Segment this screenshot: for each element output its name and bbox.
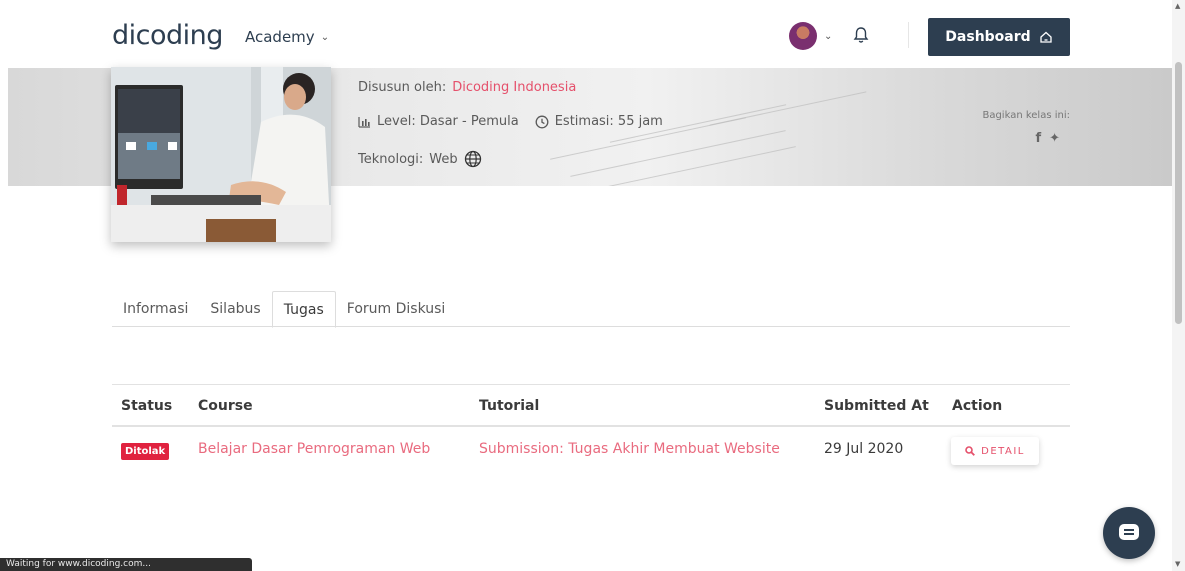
dashboard-label: Dashboard [945,29,1031,45]
tab-silabus[interactable]: Silabus [199,291,271,327]
academy-label: Academy [245,28,315,46]
user-avatar[interactable] [789,22,817,50]
estimate-text: Estimasi: 55 jam [554,114,663,129]
chevron-down-icon[interactable]: ⌄ [824,31,832,42]
bar-chart-icon [358,116,370,128]
share-label: Bagikan kelas ini: [982,110,1070,121]
detail-button[interactable]: DETAIL [951,437,1039,465]
submitted-at: 29 Jul 2020 [824,441,904,457]
header-submitted-at: Submitted At [824,398,929,414]
course-author-row: Disusun oleh: Dicoding Indonesia [358,80,576,95]
chat-button[interactable] [1103,507,1155,559]
detail-label: DETAIL [981,445,1025,457]
course-meta-row: Level: Dasar - Pemula Estimasi: 55 jam [358,114,663,129]
dicoding-logo[interactable]: dicoding [112,20,223,51]
facebook-icon[interactable]: f [1035,131,1041,146]
top-navbar: dicoding Academy ⌄ ⌄ Dashboard [0,0,1172,68]
course-tech-row: Teknologi: Web [358,150,482,168]
level-text: Level: Dasar - Pemula [377,114,519,129]
browser-status-bar: Waiting for www.dicoding.com... [0,558,252,571]
clock-icon [535,115,549,128]
globe-icon [464,150,481,168]
tab-forum-diskusi[interactable]: Forum Diskusi [336,291,457,327]
chevron-down-icon: ⌄ [320,31,330,43]
course-link[interactable]: Belajar Dasar Pemrograman Web [198,441,430,457]
scrollbar-thumb[interactable] [1175,62,1182,324]
table-row: Ditolak Belajar Dasar Pemrograman Web Su… [112,427,1070,477]
academy-menu[interactable]: Academy ⌄ [245,28,329,46]
search-icon [965,446,976,456]
header-tutorial: Tutorial [479,398,540,414]
course-tabs: Informasi Silabus Tugas Forum Diskusi [112,291,1070,328]
tutorial-link[interactable]: Submission: Tugas Akhir Membuat Website [479,441,780,457]
chat-icon [1119,524,1139,540]
status-badge: Ditolak [121,443,170,460]
page-scrollbar[interactable]: ▲ ▼ [1172,0,1185,571]
table-header: Status Course Tutorial Submitted At Acti… [112,385,1070,427]
tab-tugas[interactable]: Tugas [271,291,336,328]
header-divider [908,22,909,48]
submission-table: Status Course Tutorial Submitted At Acti… [112,384,1070,477]
share-icons: f ✦ [996,131,1060,146]
twitter-icon[interactable]: ✦ [1049,131,1060,146]
header-status: Status [121,398,173,414]
scroll-up-icon[interactable]: ▲ [1175,2,1180,10]
tech-prefix: Teknologi: [358,151,424,167]
author-prefix: Disusun oleh: [358,80,447,95]
header-action: Action [952,398,1003,414]
course-thumbnail [111,67,331,242]
tab-informasi[interactable]: Informasi [112,291,199,327]
author-link[interactable]: Dicoding Indonesia [452,80,576,95]
header-course: Course [198,398,253,414]
tech-value: Web [429,151,458,167]
dashboard-button[interactable]: Dashboard [928,18,1070,56]
home-icon [1040,31,1052,43]
bell-icon[interactable] [851,25,871,45]
scroll-down-icon[interactable]: ▼ [1175,560,1180,568]
